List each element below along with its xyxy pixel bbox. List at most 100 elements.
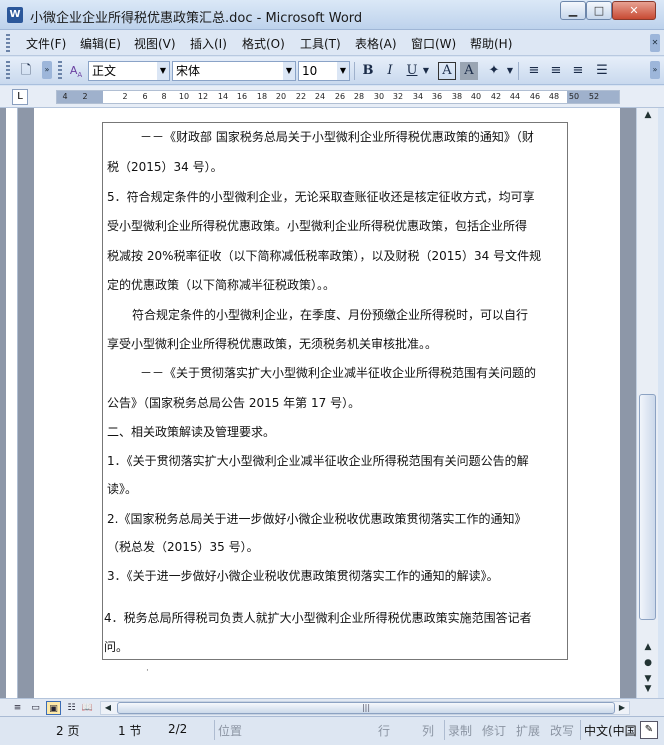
- ruler-number: 10: [178, 92, 190, 101]
- ruler-number: 36: [431, 92, 443, 101]
- spelling-grammar-status-icon[interactable]: ✎: [640, 721, 658, 739]
- document-line[interactable]: 1．《关于贯彻落实扩大小型微利企业减半征收企业所得税范围有关问题公告的解: [107, 452, 529, 469]
- ruler-number: 34: [412, 92, 424, 101]
- italic-button[interactable]: I: [380, 61, 400, 81]
- menu-file[interactable]: 文件(F): [26, 35, 66, 52]
- chevron-down-icon[interactable]: ▼: [283, 62, 295, 80]
- new-document-icon[interactable]: 🗋: [16, 61, 36, 81]
- window-title: 小微企业企业所得税优惠政策汇总.doc - Microsoft Word: [30, 11, 363, 26]
- document-line[interactable]: －－《关于贯彻落实扩大小型微利企业减半征收企业所得税范围有关问题的: [140, 364, 536, 381]
- scroll-down-arrow-icon[interactable]: ▼: [640, 682, 656, 696]
- print-layout-view-icon[interactable]: ▣: [46, 701, 61, 715]
- underline-button[interactable]: U: [402, 61, 422, 81]
- status-page[interactable]: 2 页: [56, 722, 79, 739]
- close-button[interactable]: ✕: [612, 1, 656, 20]
- bold-button[interactable]: B: [358, 61, 378, 81]
- toolbar2-grip-handle[interactable]: [58, 61, 62, 79]
- ruler-number: 20: [275, 92, 287, 101]
- document-line[interactable]: 3．《关于进一步做好小微企业税收优惠政策贯彻落实工作的通知的解读》。: [107, 567, 499, 584]
- status-extend[interactable]: 扩展: [516, 722, 540, 739]
- status-overtype[interactable]: 改写: [550, 722, 574, 739]
- document-line[interactable]: 受小型微利企业所得税优惠政策。小型微利企业所得税优惠政策，包括企业所得: [107, 217, 527, 234]
- previous-page-icon[interactable]: ▲: [640, 640, 656, 654]
- justify-icon[interactable]: ☰: [592, 61, 612, 81]
- document-line[interactable]: 4．税务总局所得税司负责人就扩大小型微利企业所得税优惠政策实施范围答记者: [104, 609, 532, 626]
- normal-view-icon[interactable]: ≡: [10, 701, 25, 715]
- underline-dropdown-chevron-icon[interactable]: ▼: [420, 61, 432, 81]
- horizontal-scrollbar[interactable]: ◀ ||| ▶: [100, 701, 630, 715]
- style-combo[interactable]: 正文 ▼: [88, 61, 170, 81]
- align-left-icon[interactable]: ≡: [524, 61, 544, 81]
- document-line[interactable]: 享受小型微利企业所得税优惠政策，无须税务机关审核批准。。: [107, 335, 437, 352]
- character-shading-button[interactable]: A: [460, 62, 478, 80]
- status-column[interactable]: 列: [422, 722, 434, 739]
- status-record[interactable]: 录制: [448, 722, 472, 739]
- menu-table[interactable]: 表格(A): [355, 35, 397, 52]
- document-line[interactable]: 符合规定条件的小型微利企业，在季度、月份预缴企业所得税时，可以自行: [132, 306, 528, 323]
- effects-dropdown-chevron-icon[interactable]: ▼: [504, 61, 516, 81]
- font-size-value: 10: [302, 64, 318, 78]
- vertical-ruler[interactable]: [6, 108, 18, 698]
- align-center-icon[interactable]: ≡: [546, 61, 566, 81]
- menu-format[interactable]: 格式(O): [242, 35, 285, 52]
- ruler-number: 26: [334, 92, 346, 101]
- paragraph-end-mark: ·: [146, 666, 149, 676]
- font-value: 宋体: [176, 64, 201, 78]
- toolbar-grip-handle[interactable]: [6, 61, 10, 79]
- character-border-button[interactable]: A: [438, 62, 456, 80]
- menu-insert[interactable]: 插入(I): [190, 35, 227, 52]
- menu-window[interactable]: 窗口(W): [411, 35, 456, 52]
- font-size-combo[interactable]: 10 ▼: [298, 61, 350, 81]
- font-combo[interactable]: 宋体 ▼: [172, 61, 296, 81]
- document-line[interactable]: （税总发（2015）35 号）。: [107, 538, 259, 555]
- status-track-changes[interactable]: 修订: [482, 722, 506, 739]
- menu-grip-handle[interactable]: [6, 34, 10, 52]
- minimize-button[interactable]: ▁: [560, 1, 586, 20]
- menu-edit[interactable]: 编辑(E): [80, 35, 121, 52]
- document-line[interactable]: 问。: [104, 638, 128, 655]
- document-line[interactable]: 定的优惠政策（以下简称减半征税政策）。。: [107, 276, 335, 293]
- document-line[interactable]: 2.《国家税务总局关于进一步做好小微企业税收优惠政策贯彻落实工作的通知》: [107, 510, 526, 527]
- chevron-down-icon[interactable]: ▼: [337, 62, 349, 80]
- menu-help[interactable]: 帮助(H): [470, 35, 512, 52]
- word-app-icon[interactable]: W: [7, 7, 23, 23]
- document-line[interactable]: 税（2015）34 号）。: [107, 158, 223, 175]
- scroll-up-arrow-icon[interactable]: ▲: [640, 108, 656, 122]
- ruler-number: 44: [509, 92, 521, 101]
- scroll-right-arrow-icon[interactable]: ▶: [615, 702, 629, 714]
- maximize-button[interactable]: □: [586, 1, 612, 20]
- vertical-scroll-thumb[interactable]: [639, 394, 656, 620]
- document-line[interactable]: －－《财政部 国家税务总局关于小型微利企业所得税优惠政策的通知》（财: [140, 128, 534, 145]
- select-browse-object-icon[interactable]: ●: [640, 656, 656, 670]
- toolbar-options-chevron-icon[interactable]: »: [42, 61, 52, 79]
- status-section[interactable]: 1 节: [118, 722, 141, 739]
- status-language[interactable]: 中文(中国: [584, 722, 637, 739]
- ruler-number: 32: [392, 92, 404, 101]
- vertical-scrollbar[interactable]: ▲ ▲ ● ▼ ▼: [636, 108, 658, 698]
- horizontal-ruler[interactable]: 4 2 2 6 8 10 12 14 16 18 20 22 24 26 28 …: [56, 90, 620, 104]
- toolbar-separator: [518, 62, 519, 80]
- scroll-left-arrow-icon[interactable]: ◀: [101, 702, 115, 714]
- ruler-number: 52: [588, 92, 600, 101]
- menu-view[interactable]: 视图(V): [134, 35, 176, 52]
- menu-tools[interactable]: 工具(T): [300, 35, 341, 52]
- text-effects-icon[interactable]: ✦: [484, 61, 504, 81]
- document-line[interactable]: 公告》（国家税务总局公告 2015 年第 17 号）。: [107, 394, 360, 411]
- horizontal-scroll-thumb[interactable]: |||: [117, 702, 615, 714]
- web-layout-view-icon[interactable]: ▭: [28, 701, 43, 715]
- document-line[interactable]: 二、相关政策解读及管理要求。: [107, 423, 275, 440]
- status-page-of[interactable]: 2/2: [168, 722, 187, 736]
- styles-pane-icon[interactable]: AA: [66, 61, 86, 81]
- chevron-down-icon[interactable]: ▼: [157, 62, 169, 80]
- document-line[interactable]: 读》。: [107, 480, 137, 497]
- document-line[interactable]: 税减按 20%税率征收（以下简称减低税率政策），以及财税（2015）34 号文件…: [107, 247, 541, 264]
- outline-view-icon[interactable]: ☷: [64, 701, 79, 715]
- align-right-icon[interactable]: ≡: [568, 61, 588, 81]
- menu-close-chevron-icon[interactable]: ✕: [650, 34, 660, 52]
- tab-stop-selector-icon[interactable]: L: [12, 89, 28, 105]
- status-line[interactable]: 行: [378, 722, 390, 739]
- reading-layout-view-icon[interactable]: 📖: [80, 701, 95, 715]
- status-position[interactable]: 位置: [218, 722, 242, 739]
- document-line[interactable]: 5．符合规定条件的小型微利企业，无论采取查账征收还是核定征收方式，均可享: [107, 188, 535, 205]
- toolbar-overflow-chevron-icon[interactable]: »: [650, 61, 660, 79]
